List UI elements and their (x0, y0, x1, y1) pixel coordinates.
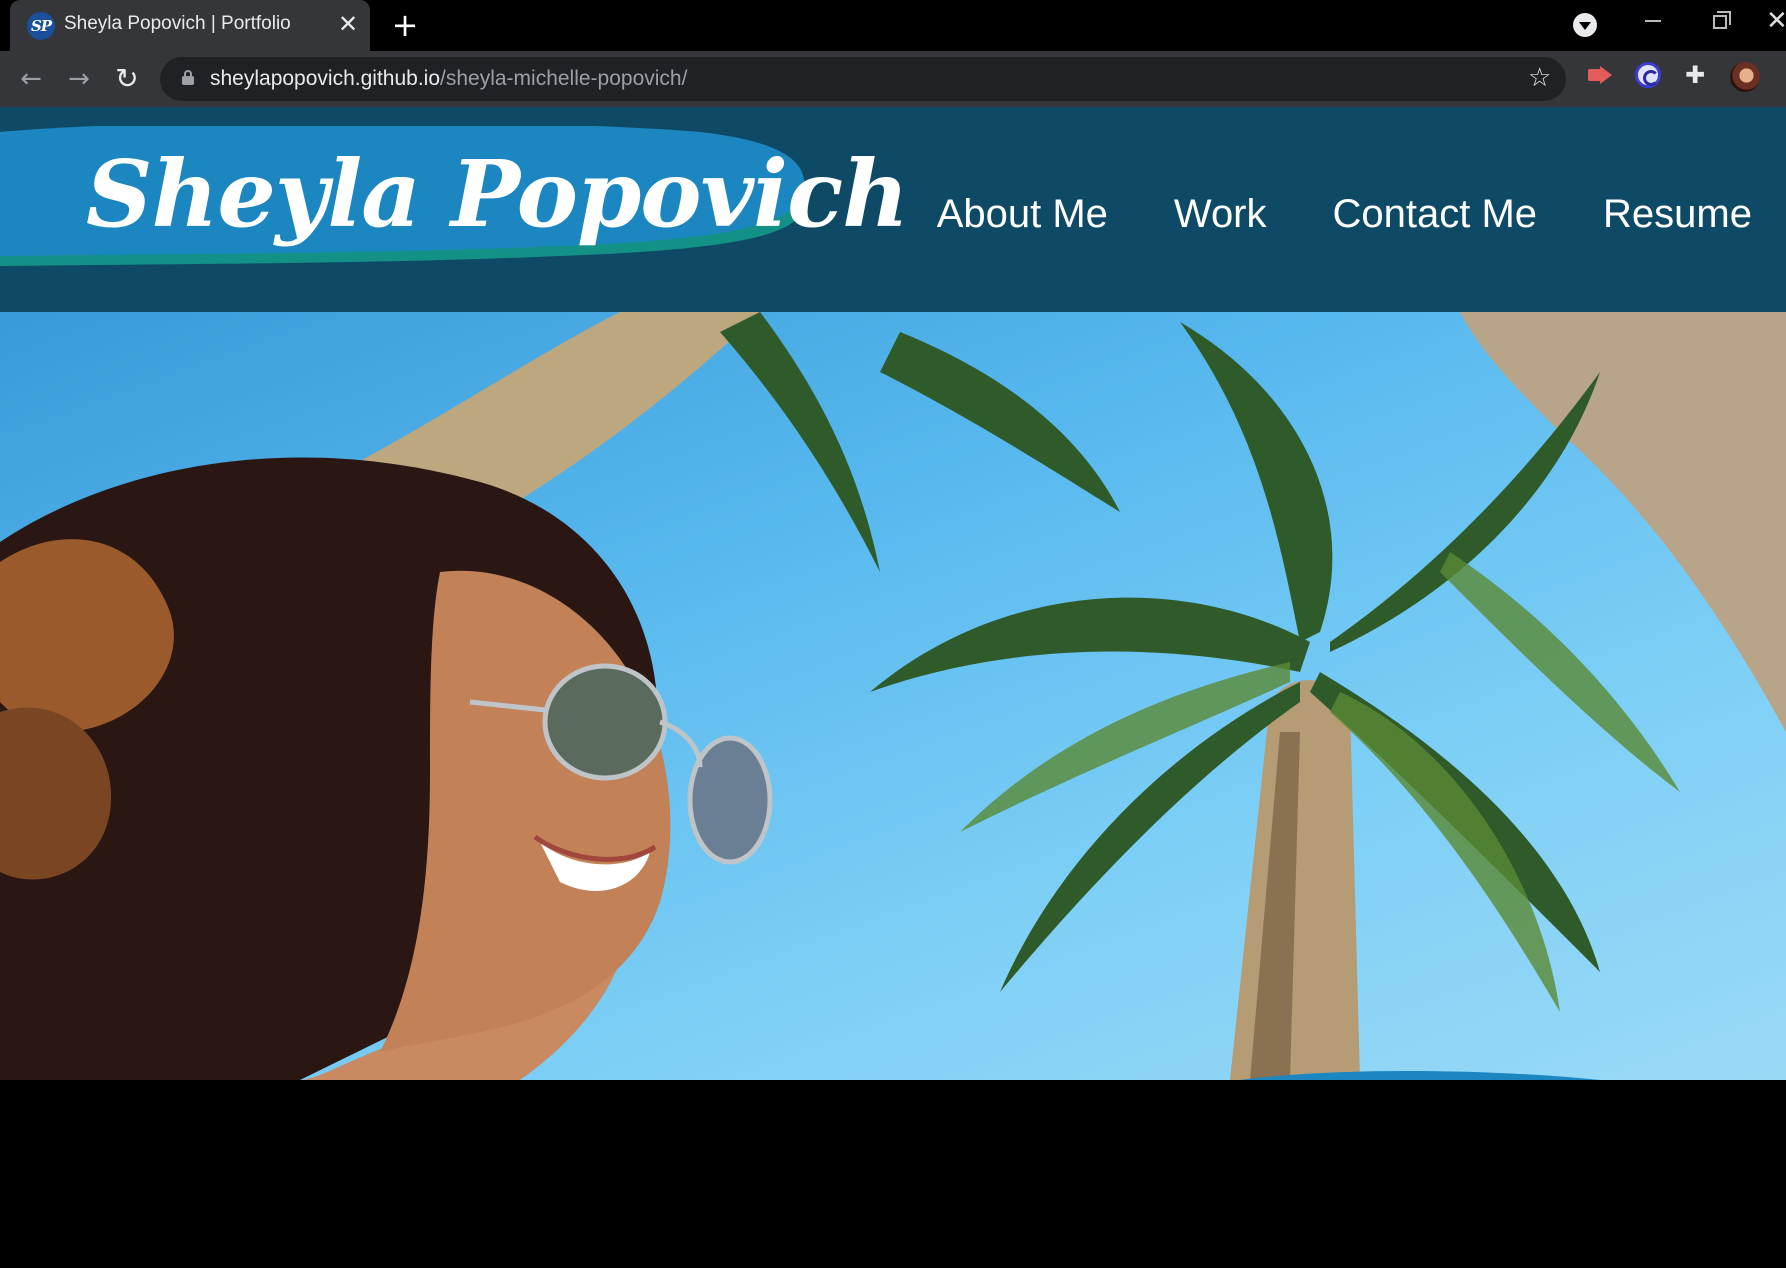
tab-search-icon[interactable] (1573, 13, 1597, 37)
extension-video-icon[interactable] (1586, 62, 1612, 88)
bookmark-star-icon[interactable]: ☆ (1528, 63, 1551, 93)
address-bar[interactable]: sheylapopovich.github.io/sheyla-michelle… (160, 57, 1566, 101)
extension-c-icon[interactable] (1635, 62, 1661, 88)
url-host: sheylapopovich.github.io (210, 67, 440, 90)
close-tab-icon[interactable]: ✕ (335, 11, 361, 37)
logo-text: Sheyla Popovich (86, 140, 909, 248)
hero-image (0, 312, 1786, 1080)
favicon-icon: SP (27, 12, 55, 40)
lock-icon[interactable] (182, 70, 194, 85)
restore-icon[interactable] (1713, 11, 1731, 29)
site-header: Sheyla Popovich About Me Work Contact Me… (0, 107, 1786, 312)
browser-titlebar: SP Sheyla Popovich | Portfolio ✕ + ✕ (0, 0, 1786, 51)
extensions-puzzle-icon[interactable]: ✚ (1682, 62, 1708, 88)
back-icon[interactable]: ← (15, 63, 47, 95)
new-tab-button[interactable]: + (389, 9, 421, 41)
browser-toolbar: ← → ↻ sheylapopovich.github.io/sheyla-mi… (0, 51, 1786, 107)
tab-title: Sheyla Popovich | Portfolio (64, 13, 291, 34)
nav-work[interactable]: Work (1174, 189, 1267, 239)
window-close-icon[interactable]: ✕ (1766, 8, 1786, 34)
site-logo[interactable]: Sheyla Popovich (0, 126, 909, 272)
profile-avatar[interactable] (1730, 62, 1760, 92)
main-nav: About Me Work Contact Me Resume (937, 189, 1752, 239)
nav-about-me[interactable]: About Me (937, 189, 1108, 239)
url-text[interactable]: sheylapopovich.github.io/sheyla-michelle… (210, 67, 687, 91)
minimize-icon[interactable] (1645, 20, 1661, 22)
browser-tab[interactable]: SP Sheyla Popovich | Portfolio ✕ (10, 0, 370, 51)
nav-resume[interactable]: Resume (1603, 189, 1752, 239)
nav-contact-me[interactable]: Contact Me (1333, 189, 1538, 239)
forward-icon[interactable]: → (63, 63, 95, 95)
page-bottom-area (0, 1080, 1786, 1268)
hero-photo-illustration (0, 312, 1786, 1080)
reload-icon[interactable]: ↻ (111, 63, 143, 95)
url-path: /sheyla-michelle-popovich/ (440, 67, 688, 90)
